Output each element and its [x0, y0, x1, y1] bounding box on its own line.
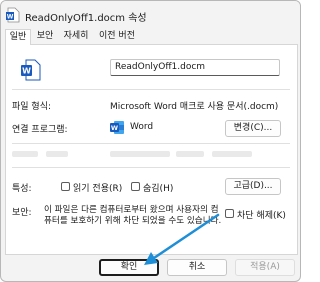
svg-text:W: W: [7, 14, 14, 21]
unblock-checkbox[interactable]: [225, 209, 234, 218]
properties-dialog: W ReadOnlyOff1.docm 속성 일반 보안 자세히 이전 버전 W…: [0, 0, 301, 282]
window-title: ReadOnlyOff1.docm 속성: [25, 13, 147, 24]
file-name-input[interactable]: ReadOnlyOff1.docm: [110, 59, 280, 76]
tab-details[interactable]: 자세히: [60, 29, 92, 45]
general-panel: W ReadOnlyOff1.docm 파일 형식: Microsoft Wor…: [5, 45, 298, 255]
word-doc-icon: W: [6, 7, 20, 23]
divider: [12, 89, 290, 90]
blurred-info-row: [12, 149, 290, 159]
tab-previous-versions[interactable]: 이전 버전: [95, 29, 139, 45]
svg-text:W: W: [111, 124, 118, 132]
word-doc-icon: W: [21, 59, 41, 81]
tab-security[interactable]: 보안: [32, 29, 58, 45]
cancel-button[interactable]: 취소: [167, 259, 227, 276]
divider: [12, 143, 290, 144]
readonly-label[interactable]: 읽기 전용(R): [73, 181, 122, 194]
ok-button[interactable]: 확인: [99, 259, 159, 276]
file-type-value: Microsoft Word 매크로 사용 문서(.docm): [110, 102, 279, 112]
apply-button[interactable]: 적용(A): [235, 259, 295, 276]
word-app-icon: W: [110, 121, 124, 134]
file-type-label: 파일 형식:: [12, 102, 52, 112]
title-bar: W ReadOnlyOff1.docm 속성: [1, 1, 300, 29]
attributes-label: 특성:: [12, 184, 32, 194]
advanced-button[interactable]: 고급(D)...: [225, 178, 281, 195]
readonly-checkbox[interactable]: [61, 182, 70, 191]
svg-text:W: W: [22, 67, 31, 76]
tab-strip: 일반 보안 자세히 이전 버전: [5, 29, 298, 46]
opens-with-label: 연결 프로그램:: [12, 125, 68, 135]
tab-general[interactable]: 일반: [5, 29, 31, 46]
change-button[interactable]: 변경(C)...: [225, 120, 281, 137]
hidden-checkbox[interactable]: [131, 182, 140, 191]
security-label: 보안:: [12, 208, 32, 218]
security-message: 이 파일은 다른 컴퓨터로부터 왔으며 사용자의 컴퓨터를 보호하기 위해 차단…: [44, 205, 222, 226]
hidden-label[interactable]: 숨김(H): [143, 181, 173, 194]
opens-with-app: Word: [130, 122, 154, 132]
unblock-label[interactable]: 차단 해제(K): [237, 208, 286, 221]
divider: [12, 167, 290, 168]
